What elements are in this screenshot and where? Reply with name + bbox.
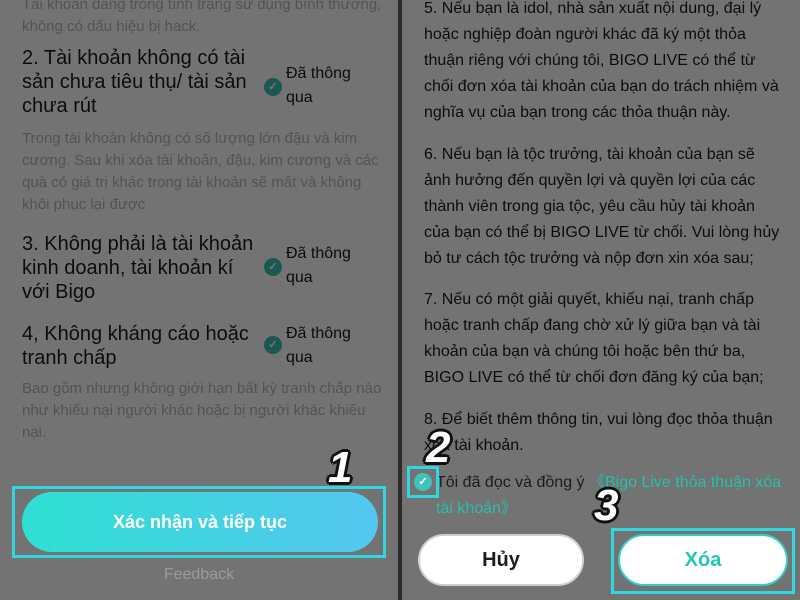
condition-4-title: 4, Không kháng cáo hoặc tranh chấp [22,323,249,369]
condition-1-description: Tài khoản đang trong tình trạng sử dụng … [22,0,382,35]
agreement-clause-5: 5. Nếu bạn là idol, nhà sản xuất nội dun… [424,0,779,121]
check-circle-icon: ✓ [264,336,282,354]
step-1-highlight [12,486,386,558]
condition-4-status: Đã thông qua [286,325,351,366]
condition-3-title: 3. Không phải là tài khoản kinh doanh, t… [22,233,254,303]
step-number-1: 1 [328,443,353,492]
condition-2: 2. Tài khoản không có tài sản chưa tiêu … [22,46,382,120]
step-number-2: 2 [426,423,451,472]
conditions-panel: Tài khoản đang trong tình trạng sử dụng … [0,0,398,600]
agreement-clause-8: 8. Để biết thêm thông tin, vui lòng đọc … [424,411,773,454]
agreement-clause-7: 7. Nếu có một giải quyết, khiếu nại, tra… [424,291,764,386]
condition-2-status: Đã thông qua [286,65,351,106]
feedback-link[interactable]: Feedback [0,566,398,584]
agreement-clause-6: 6. Nếu bạn là tộc trưởng, tài khoản của … [424,146,780,267]
step-number-3: 3 [594,481,619,530]
cancel-button[interactable]: Hủy [418,534,584,586]
step-3-highlight [611,528,795,594]
condition-2-title: 2. Tài khoản không có tài sản chưa tiêu … [22,47,247,117]
condition-3: 3. Không phải là tài khoản kinh doanh, t… [22,232,382,306]
agree-text: Tôi đã đọc và đồng ý [436,474,585,491]
condition-4-description: Bao gồm nhưng không giới hạn bất kỳ tran… [22,380,382,441]
condition-4: 4, Không kháng cáo hoặc tranh chấp ✓ Đã … [22,322,382,372]
check-circle-icon: ✓ [264,78,282,96]
condition-3-status: Đã thông qua [286,245,351,286]
check-circle-icon: ✓ [264,258,282,276]
condition-2-description: Trong tài khoản không có số lượng lớn đậ… [22,130,379,213]
